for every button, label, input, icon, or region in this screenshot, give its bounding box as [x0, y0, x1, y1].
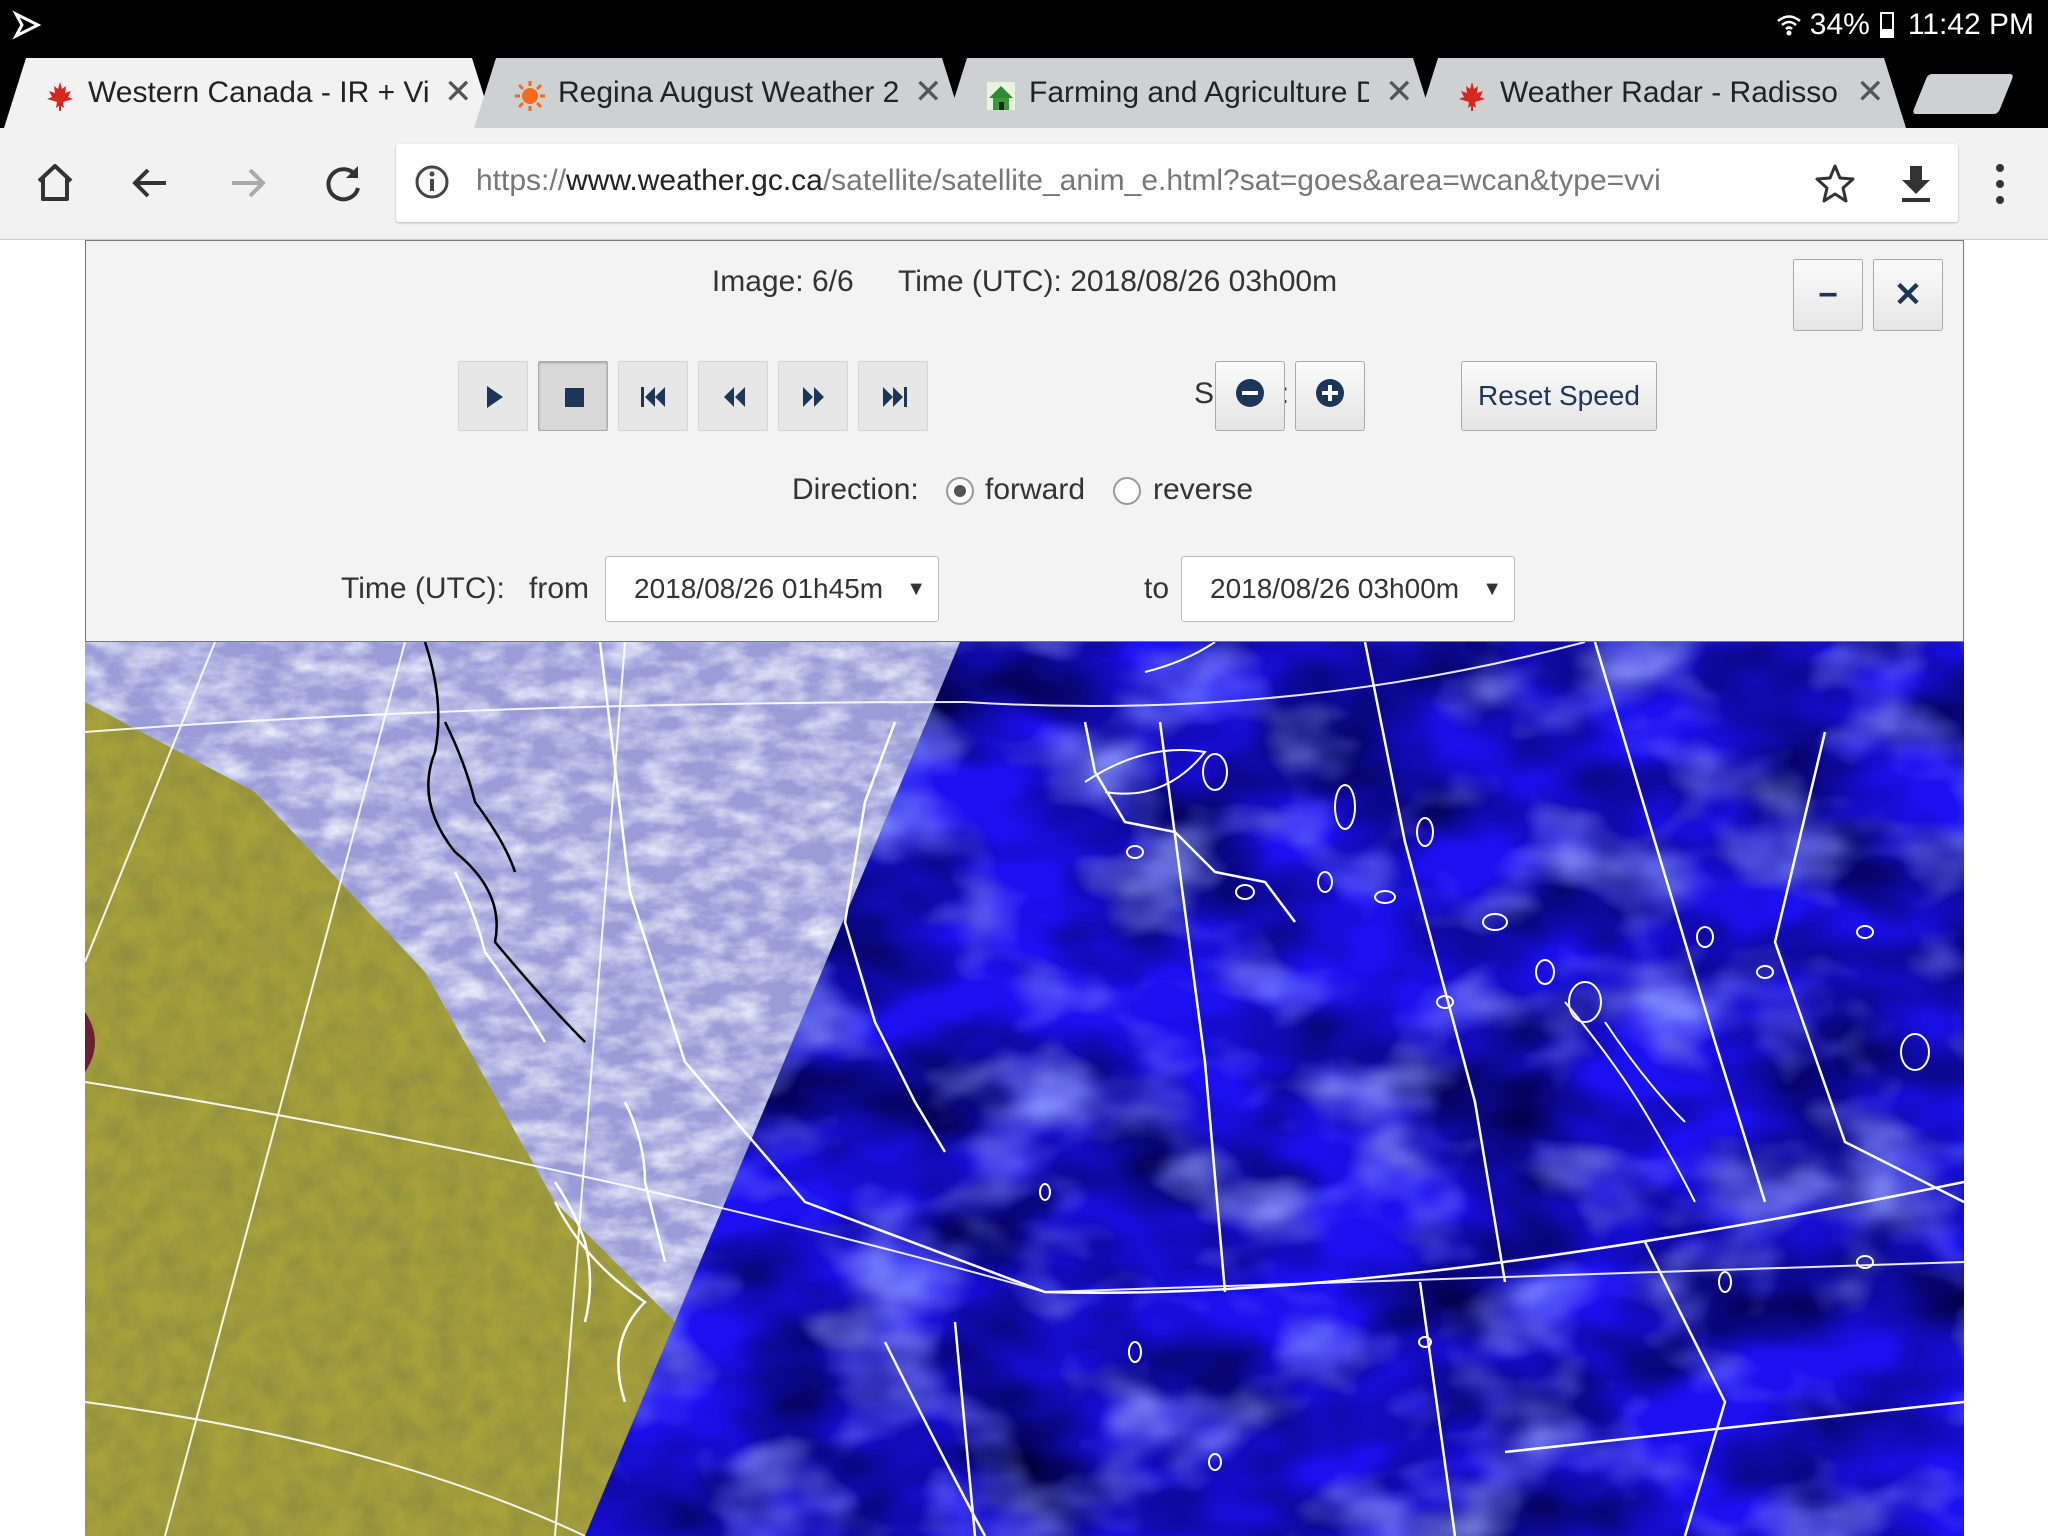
stop-button[interactable] [538, 361, 608, 431]
tab-weather-radar[interactable]: Weather Radar - Radisson, S ✕ [1416, 58, 1906, 128]
play-store-icon [12, 10, 42, 40]
url-scheme: https:// [476, 164, 567, 197]
rewind-icon [724, 387, 745, 407]
dropdown-arrow-icon: ▼ [906, 578, 926, 600]
direction-forward-label[interactable]: forward [985, 473, 1085, 507]
tab-farming-agriculture[interactable]: Farming and Agriculture Dis ✕ [945, 58, 1435, 128]
url-text[interactable]: https://www.weather.gc.ca/satellite/sate… [476, 164, 1766, 198]
tab-title: Weather Radar - Radisson, S [1500, 76, 1838, 109]
last-frame-button[interactable] [858, 361, 928, 431]
reset-speed-button[interactable]: Reset Speed [1461, 361, 1657, 431]
previous-frame-button[interactable] [698, 361, 768, 431]
to-time-value: 2018/08/26 03h00m [1210, 573, 1460, 604]
battery-icon [1879, 12, 1894, 38]
tab-western-canada[interactable]: Western Canada - IR + Visib ✕ [4, 58, 494, 128]
image-time: Time (UTC): 2018/08/26 03h00m [898, 265, 1338, 298]
close-button[interactable]: ✕ [1873, 259, 1943, 331]
from-time-select[interactable]: 2018/08/26 01h45m ▼ [605, 556, 939, 622]
play-icon [487, 386, 503, 408]
clock: 11:42 PM [1907, 8, 2034, 41]
speed-decrease-button[interactable] [1215, 361, 1285, 431]
wifi-icon [1776, 15, 1801, 36]
tab-close-icon[interactable]: ✕ [914, 72, 943, 112]
tab-strip: Western Canada - IR + Visib ✕ Regina Aug… [0, 52, 2048, 128]
sun-icon [514, 80, 546, 112]
tab-title: Farming and Agriculture Dis [1029, 76, 1369, 109]
fast-forward-icon [803, 387, 824, 407]
tab-close-icon[interactable]: ✕ [1385, 72, 1414, 112]
from-label: from [529, 572, 589, 605]
direction-label: Direction: [792, 473, 919, 506]
status-bar: 34% 11:42 PM [0, 0, 2048, 52]
battery-percent: 34% [1809, 8, 1870, 41]
satellite-image [85, 642, 1964, 1536]
animation-control-panel: Image: 6/6 Time (UTC): 2018/08/26 03h00m… [85, 240, 1964, 642]
image-counter: Image: 6/6 [711, 265, 854, 298]
tab-title: Western Canada - IR + Visib [88, 76, 428, 109]
from-time-value: 2018/08/26 01h45m [634, 573, 884, 604]
farm-icon [985, 80, 1017, 112]
to-time-select[interactable]: 2018/08/26 03h00m ▼ [1181, 556, 1515, 622]
reload-icon[interactable] [318, 158, 368, 208]
tab-title: Regina August Weather 201 [558, 76, 898, 109]
info-icon[interactable] [414, 164, 450, 200]
new-tab-button[interactable] [1911, 74, 2015, 114]
page-content: Image: 6/6 Time (UTC): 2018/08/26 03h00m… [0, 240, 2048, 1536]
direction-reverse-radio[interactable] [1113, 477, 1141, 505]
url-host: www.weather.gc.ca [566, 164, 823, 197]
address-bar[interactable]: https://www.weather.gc.ca/satellite/sate… [396, 144, 1958, 222]
time-utc-label: Time (UTC): [341, 572, 505, 605]
menu-dots-icon[interactable] [1990, 162, 2010, 206]
tab-regina-weather[interactable]: Regina August Weather 201 ✕ [474, 58, 964, 128]
forward-arrow-icon[interactable] [222, 158, 272, 208]
tab-close-icon[interactable]: ✕ [444, 72, 473, 112]
skip-to-start-icon [641, 387, 665, 407]
minus-circle-icon [1236, 379, 1264, 407]
play-button[interactable] [458, 361, 528, 431]
tab-close-icon[interactable]: ✕ [1856, 72, 1885, 112]
satellite-map-image [85, 642, 1964, 1536]
back-arrow-icon[interactable] [126, 158, 176, 208]
home-icon[interactable] [30, 158, 80, 208]
next-frame-button[interactable] [778, 361, 848, 431]
stop-icon [565, 388, 584, 407]
to-label: to [1144, 572, 1170, 605]
dropdown-arrow-icon: ▼ [1482, 578, 1502, 600]
image-info: Image: 6/6 Time (UTC): 2018/08/26 03h00m [86, 265, 1963, 299]
maple-leaf-icon [44, 80, 76, 112]
plus-circle-icon [1316, 379, 1344, 407]
browser-toolbar: https://www.weather.gc.ca/satellite/sate… [0, 128, 2048, 240]
direction-forward-radio[interactable] [946, 477, 974, 505]
first-frame-button[interactable] [618, 361, 688, 431]
maple-leaf-icon [1456, 80, 1488, 112]
skip-to-end-icon [883, 387, 907, 407]
url-path: /satellite/satellite_anim_e.html?sat=goe… [822, 164, 1661, 197]
minimize-button[interactable]: − [1793, 259, 1863, 331]
bookmark-star-icon[interactable] [1814, 162, 1856, 204]
download-icon[interactable] [1896, 162, 1936, 204]
speed-increase-button[interactable] [1295, 361, 1365, 431]
direction-reverse-label[interactable]: reverse [1153, 473, 1253, 507]
